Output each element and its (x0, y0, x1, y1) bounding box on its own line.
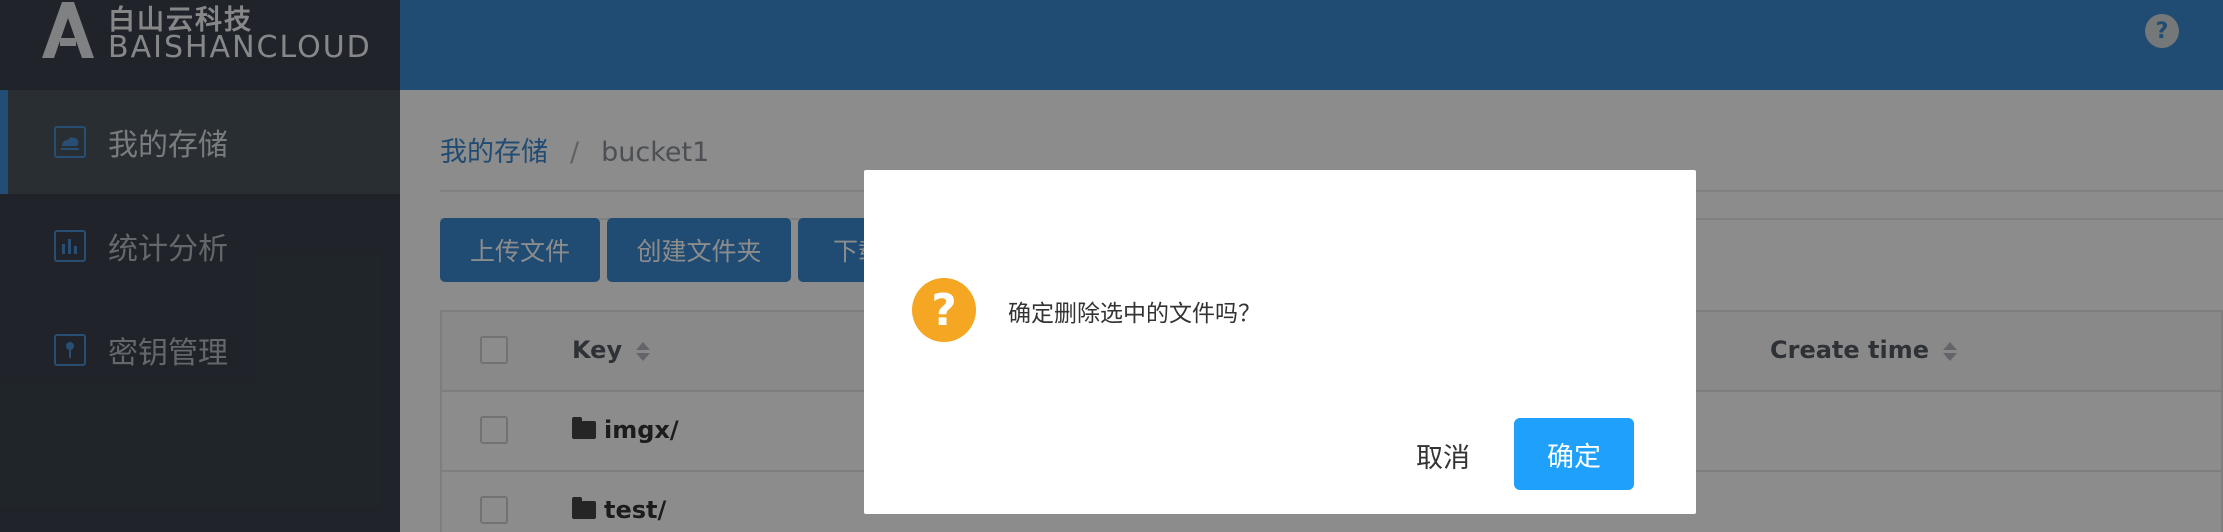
dialog-message: 确定删除选中的文件吗？ (1008, 301, 1261, 327)
question-icon: ? (912, 278, 976, 342)
confirm-delete-dialog: ? 确定删除选中的文件吗？ 取消 确定 (864, 170, 1696, 514)
cancel-button[interactable]: 取消 (1388, 420, 1498, 490)
confirm-button[interactable]: 确定 (1514, 418, 1634, 490)
